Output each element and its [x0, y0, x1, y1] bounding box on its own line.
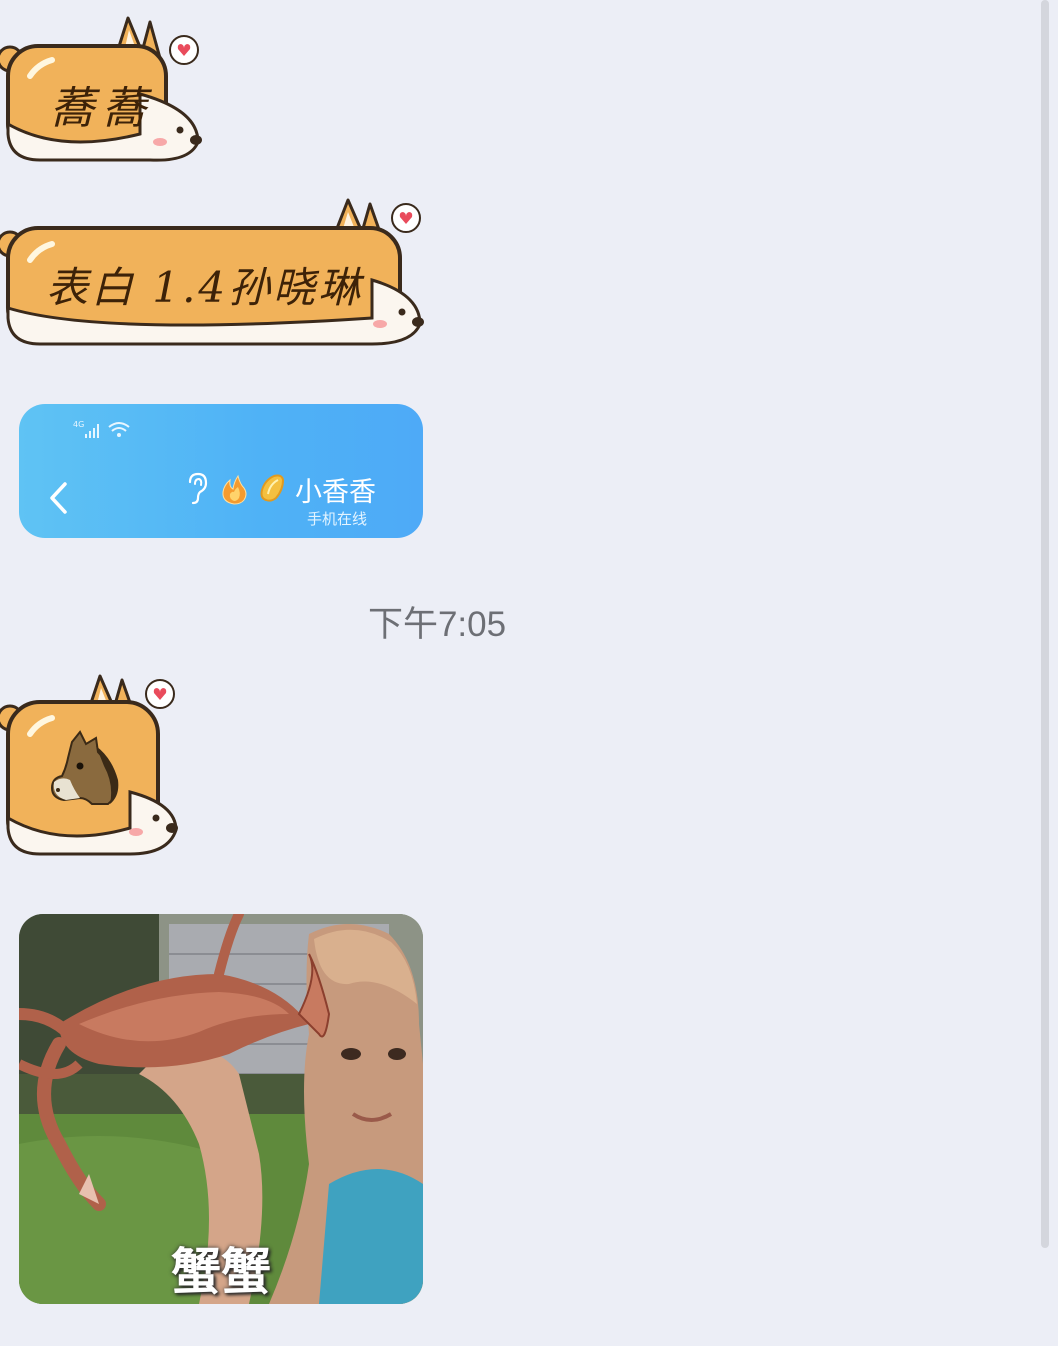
- sticker-text: 蕎蕎: [50, 83, 154, 134]
- sticker-text: 表白 1.4孙晓琳: [46, 263, 364, 312]
- signal-wifi-icon: 4G: [73, 420, 130, 438]
- contact-name: 小香香: [295, 477, 376, 507]
- message-timestamp: 下午7:05: [367, 605, 507, 644]
- ear-icon: [188, 472, 208, 505]
- scrollbar[interactable]: [1041, 0, 1049, 1248]
- corgi-bubble-graphic: [0, 674, 178, 856]
- meme-image-message[interactable]: 蟹蟹: [19, 914, 423, 1304]
- chat-header-screenshot-message[interactable]: 4G 小香香 手机在线: [19, 404, 423, 538]
- gold-badge-icon: [260, 474, 285, 502]
- back-chevron-icon: [50, 482, 67, 514]
- signal-label: 4G: [73, 420, 84, 429]
- corgi-sticker-message[interactable]: 表白 1.4孙晓琳: [0, 196, 430, 351]
- status-icons: [188, 472, 285, 505]
- flame-icon: [222, 474, 247, 505]
- corgi-sticker-message[interactable]: 蕎蕎: [0, 14, 210, 166]
- contact-status: 手机在线: [307, 511, 368, 528]
- meme-caption: 蟹蟹: [171, 1243, 271, 1301]
- corgi-sticker-message[interactable]: [0, 672, 185, 862]
